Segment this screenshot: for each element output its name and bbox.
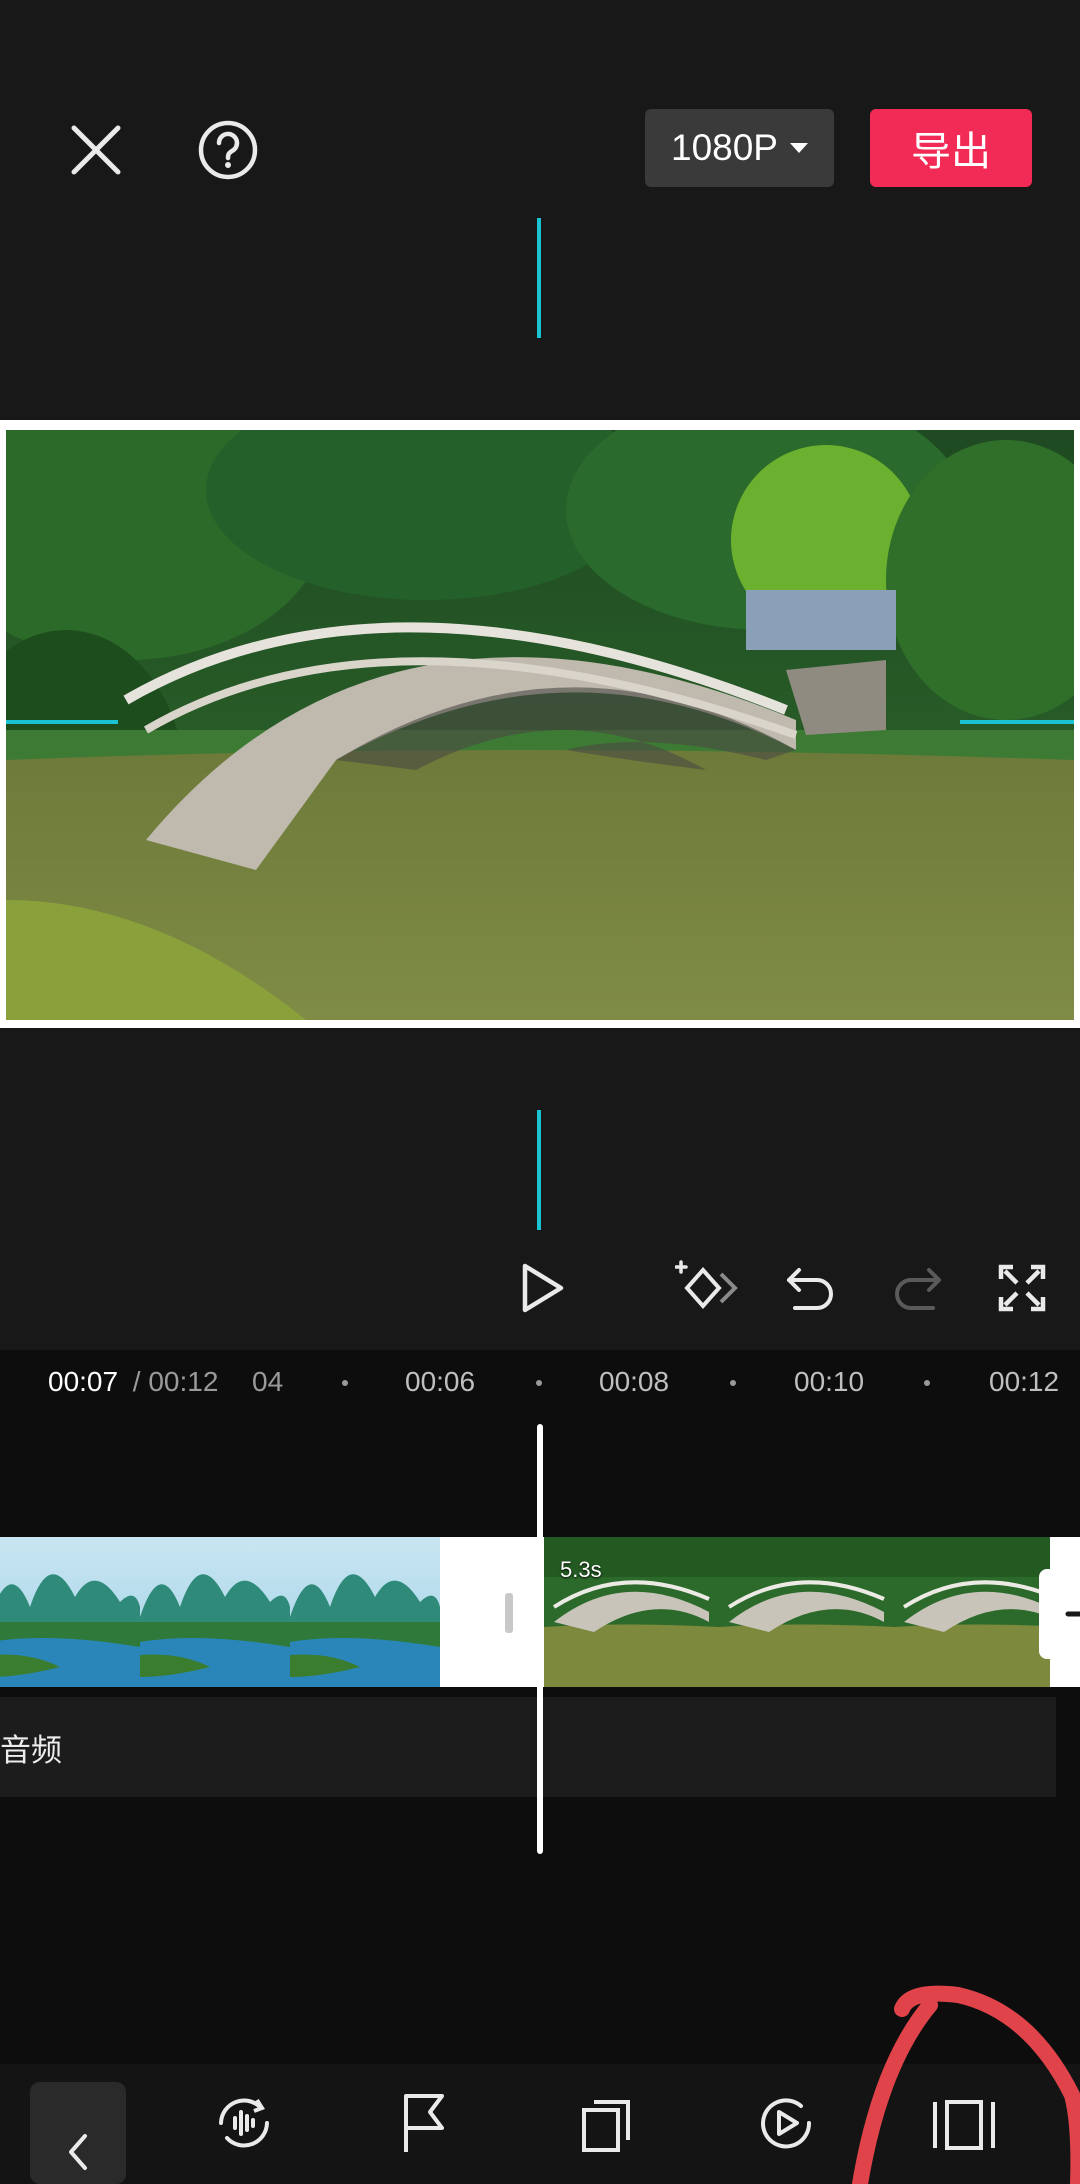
tick-dot [342,1380,348,1386]
export-button[interactable]: 导出 [870,109,1032,187]
horizontal-guide-left [6,720,118,724]
animation-button[interactable] [746,2090,826,2184]
video-clip-2[interactable]: 5.3s [540,1537,1080,1687]
clip-2-thumbnails [542,1537,1050,1687]
total-time: / 00:12 [125,1366,219,1397]
tick-dot [924,1380,930,1386]
audio-separate-button[interactable] [204,2090,284,2184]
current-time: 00:07 [48,1366,119,1397]
keyframe-button[interactable] [672,1256,742,1320]
time-ruler[interactable]: 00:07 / 00:12 04 00:06 00:08 00:10 00:12 [0,1350,1080,1412]
resolution-dropdown[interactable]: 1080P [645,109,834,187]
fullscreen-button[interactable] [990,1256,1054,1320]
video-clip-1[interactable] [0,1537,540,1687]
help-icon [198,120,258,180]
overlay-button[interactable] [566,2090,646,2184]
back-button[interactable] [30,2082,126,2184]
keyframe-icon [675,1260,738,1310]
layers-icon [582,2100,630,2152]
center-guide-top [537,218,541,338]
resolution-value: 1080P [671,127,778,168]
tick-label: 04 [252,1366,284,1397]
play-button[interactable] [510,1256,574,1320]
audio-track-label: 音频 [0,1732,62,1768]
flag-icon [404,2094,444,2152]
fullscreen-icon [998,1264,1046,1312]
annotation-circle [852,1985,1080,2184]
horizontal-guide-right [960,720,1074,724]
clip-trim-handle[interactable] [505,1593,513,1633]
help-button[interactable] [190,112,266,188]
play-icon [522,1263,564,1313]
tick-dot [536,1380,542,1386]
audio-wave-icon [219,2098,269,2148]
add-clip-button[interactable] [1039,1569,1080,1659]
bridge-scene-image [6,430,1074,1020]
video-preview[interactable] [6,430,1074,1020]
video-editor-screen: 1080P 导出 00:07 / 00:12 04 00:06 00:08 00… [0,0,1080,2184]
caret-down-icon [790,143,808,153]
clip-1-thumbnails [0,1537,440,1687]
audio-track[interactable]: 音频 [0,1697,1056,1797]
undo-button[interactable] [778,1256,844,1320]
close-icon [71,125,121,175]
chevron-left-icon [69,2134,87,2170]
marker-button[interactable] [384,2090,464,2184]
close-button[interactable] [58,112,134,188]
tick-dot [730,1380,736,1386]
clip-duration: 5.3s [560,1557,602,1582]
play-circle-icon [761,2098,812,2149]
redo-button[interactable] [884,1256,950,1320]
undo-icon [787,1268,833,1310]
playhead[interactable] [537,1424,543,1854]
center-guide-bottom [537,1110,541,1230]
tick-label: 00:12 [989,1366,1060,1397]
export-label: 导出 [911,130,991,174]
tick-label: 00:06 [405,1366,476,1397]
tick-label: 00:08 [599,1366,670,1397]
redo-icon [895,1268,941,1310]
tick-label: 00:10 [794,1366,865,1397]
plus-icon [1065,1611,1080,1617]
